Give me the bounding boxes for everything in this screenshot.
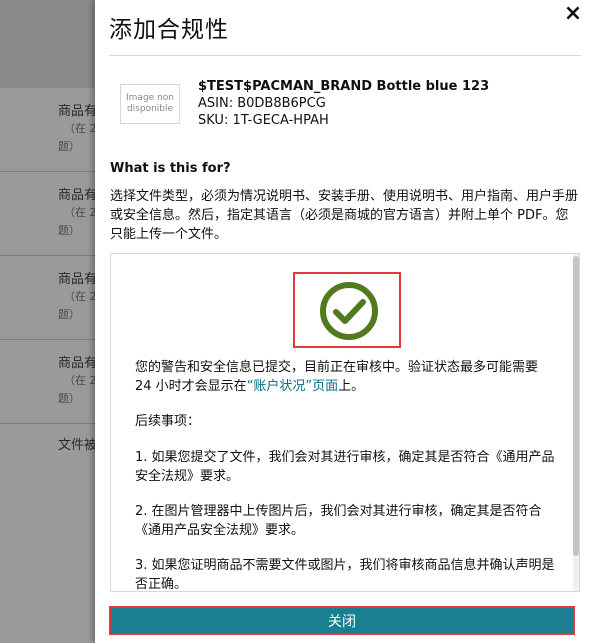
check-highlight-frame: [293, 272, 401, 348]
scrollbar[interactable]: [573, 254, 579, 591]
background-row-title: 商品有: [58, 272, 98, 287]
what-is-this-for-heading: What is this for?: [110, 161, 231, 176]
background-row-title: 商品有: [58, 104, 98, 119]
background-row-note: 题）: [58, 224, 80, 237]
background-row-note: 题）: [58, 392, 80, 405]
background-row-note: 题）: [58, 308, 80, 321]
title-divider: [109, 55, 581, 56]
close-button[interactable]: 关闭: [109, 606, 575, 635]
background-row-title: 商品有: [58, 356, 98, 371]
account-health-link[interactable]: “账户状况”页面: [247, 379, 338, 394]
background-row-title: 文件被: [58, 438, 98, 453]
status-scroll-region[interactable]: 您的警告和安全信息已提交，目前正在审核中。验证状态最多可能需要 24 小时才会显…: [110, 253, 580, 592]
status-text-after: 上。: [338, 379, 365, 394]
scrollbar-thumb[interactable]: [573, 256, 579, 556]
compliance-modal: 添加合规性 × Image non disponible $TEST$PACMA…: [95, 0, 589, 643]
product-sku: SKU: 1T-GECA-HPAH: [198, 113, 329, 128]
background-row: 商品有 （在 2 题）: [0, 88, 100, 172]
background-row-sub: （在 2: [64, 290, 97, 303]
background-row: 商品有 （在 2 题）: [0, 340, 100, 424]
step-item: 1. 如果您提交了文件，我们会对其进行审核，确定其是否符合《通用产品安全法规》要…: [135, 450, 555, 484]
product-image-placeholder: Image non disponible: [120, 84, 180, 124]
background-row: 文件被: [0, 424, 100, 464]
background-row-note: 题）: [58, 140, 80, 153]
background-row-title: 商品有: [58, 188, 98, 203]
next-steps-heading: 后续事项：: [135, 414, 201, 429]
product-info: $TEST$PACMAN_BRAND Bottle blue 123 ASIN:…: [198, 78, 489, 129]
modal-title: 添加合规性: [109, 17, 229, 43]
step-item: 3. 如果您证明商品不需要文件或图片，我们将审核商品信息并确认声明是否正确。: [135, 558, 555, 592]
status-message: 您的警告和安全信息已提交，目前正在审核中。验证状态最多可能需要 24 小时才会显…: [135, 358, 555, 396]
description-text: 选择文件类型，必须为情况说明书、安装手册、使用说明书、用户指南、用户手册或安全信…: [110, 189, 579, 242]
product-asin: ASIN: B0DB8B6PCG: [198, 96, 326, 111]
background-row: 商品有 （在 2 题）: [0, 172, 100, 256]
image-placeholder-text: Image non disponible: [126, 93, 174, 114]
background-row-sub: （在 2: [64, 206, 97, 219]
step-item: 2. 在图片管理器中上传图片后，我们会对其进行审核，确定其是否符合《通用产品安全…: [135, 504, 542, 538]
background-row-sub: （在 2: [64, 374, 97, 387]
background-row-sub: （在 2: [64, 122, 97, 135]
close-icon[interactable]: ×: [561, 2, 585, 26]
background-row: 商品有 （在 2 题）: [0, 256, 100, 340]
check-circle-icon: [320, 282, 378, 340]
product-title: $TEST$PACMAN_BRAND Bottle blue 123: [198, 79, 490, 94]
